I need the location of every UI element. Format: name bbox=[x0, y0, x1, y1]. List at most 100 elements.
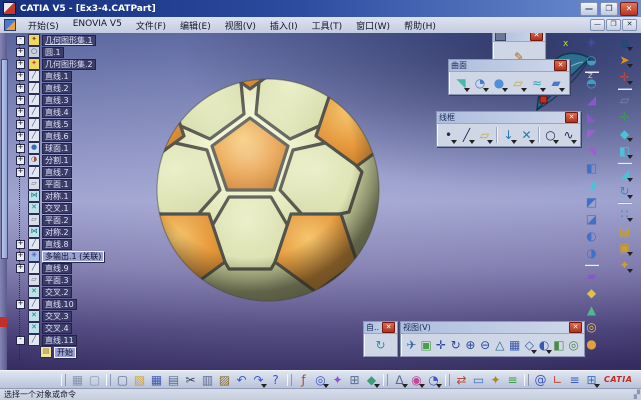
dropdown-arrow-icon[interactable] bbox=[374, 384, 380, 388]
new-window-icon[interactable]: ▢ bbox=[86, 372, 103, 388]
fit-all-icon[interactable]: ▣ bbox=[419, 336, 434, 354]
search-icon[interactable]: ◎ bbox=[312, 372, 329, 388]
menu-item-7[interactable]: 窗口(W) bbox=[349, 18, 397, 33]
dropdown-arrow-icon[interactable] bbox=[627, 218, 633, 222]
at-link-icon[interactable]: @ bbox=[532, 372, 549, 388]
projection-icon[interactable]: ↓ bbox=[500, 126, 517, 144]
3d-viewport[interactable]: x z -✦几何图形集.1+○圆.1+✦几何图形集.2+╱直线.1+╱直线.2+… bbox=[0, 33, 641, 370]
revolve-surface-icon[interactable]: ◔ bbox=[471, 74, 489, 92]
tree-item-label[interactable]: 直线.6 bbox=[42, 131, 72, 142]
dropdown-arrow-icon[interactable] bbox=[627, 81, 633, 85]
close-icon[interactable]: ✕ bbox=[382, 322, 395, 333]
tree-item-26[interactable]: ▤开始 bbox=[8, 346, 158, 358]
point-icon[interactable]: • bbox=[440, 126, 457, 144]
tree-item-label[interactable]: 对称.2 bbox=[42, 227, 72, 238]
tree-item-22[interactable]: +╱直线.10 bbox=[8, 298, 158, 310]
dropdown-arrow-icon[interactable] bbox=[540, 88, 546, 92]
extrude-surface-icon[interactable]: ◥ bbox=[452, 74, 470, 92]
tree-item-1[interactable]: +○圆.1 bbox=[8, 46, 158, 58]
tree-item-23[interactable]: ✕交叉.3 bbox=[8, 310, 158, 322]
view-toolbar[interactable]: 视图(V) ✕ ✈▣✛↻⊕⊖△▦◇◐◧◎ bbox=[400, 321, 585, 357]
split-icon[interactable]: ◢ bbox=[583, 92, 600, 108]
tree-item-label[interactable]: 平面.3 bbox=[42, 275, 72, 286]
tree-expander-icon[interactable]: + bbox=[16, 48, 25, 57]
mini-toolbar[interactable]: 自.. ✕ ↻ bbox=[363, 321, 398, 357]
close-icon[interactable]: ✕ bbox=[569, 322, 582, 333]
line-icon[interactable]: ╱ bbox=[458, 126, 475, 144]
tree-item-label[interactable]: 开始 bbox=[54, 347, 76, 358]
tree-item-label[interactable]: 直线.7 bbox=[42, 167, 72, 178]
symmetry-op-icon[interactable]: ◐ bbox=[583, 228, 600, 244]
tree-item-20[interactable]: ▱平面.3 bbox=[8, 274, 158, 286]
operations-toolbar[interactable]: ✳◒◓◢◣◤◥◧◨◩◪◐◑▰◆▲◎● bbox=[583, 35, 600, 352]
fly-mode-icon[interactable]: ✈ bbox=[404, 336, 419, 354]
grid-icon[interactable]: ⊞ bbox=[583, 372, 600, 388]
close-icon[interactable]: ✕ bbox=[554, 60, 567, 71]
tree-item-2[interactable]: +✦几何图形集.2 bbox=[8, 58, 158, 70]
dropdown-arrow-icon[interactable] bbox=[464, 88, 470, 92]
tree-item-7[interactable]: +╱直线.5 bbox=[8, 118, 158, 130]
surface-a-icon[interactable]: ◆ bbox=[616, 126, 633, 142]
tree-item-label[interactable]: 交叉.2 bbox=[42, 287, 72, 298]
tree-item-label[interactable]: 直线.2 bbox=[42, 83, 72, 94]
points-grid-icon[interactable]: ∷ bbox=[616, 206, 633, 222]
help-icon[interactable]: ? bbox=[267, 372, 284, 388]
extrapolate-icon[interactable]: ◆ bbox=[583, 285, 600, 301]
tree-item-label[interactable]: 几何图形集.2 bbox=[42, 59, 96, 70]
surface-b-icon[interactable]: ◧ bbox=[616, 143, 633, 159]
maximize-button[interactable]: ❐ bbox=[600, 2, 618, 16]
layers-icon[interactable]: ≡ bbox=[504, 372, 521, 388]
plane-ref-icon[interactable]: ▱ bbox=[616, 92, 633, 108]
tree-item-25[interactable]: -╱直线.11 bbox=[8, 334, 158, 346]
dropdown-arrow-icon[interactable] bbox=[559, 88, 565, 92]
normal-view-icon[interactable]: △ bbox=[493, 336, 508, 354]
paste-icon[interactable]: ▨ bbox=[216, 372, 233, 388]
tree-item-label[interactable]: 交叉.1 bbox=[42, 203, 72, 214]
tree-expander-icon[interactable]: + bbox=[16, 108, 25, 117]
tree-expander-icon[interactable]: + bbox=[16, 120, 25, 129]
toolbar-grip[interactable] bbox=[61, 374, 66, 386]
offset-surface-icon[interactable]: ▱ bbox=[509, 74, 527, 92]
plane-icon[interactable]: ▱ bbox=[476, 126, 493, 144]
render-style-icon[interactable]: ◐ bbox=[537, 336, 552, 354]
chamfer-icon[interactable]: ◨ bbox=[583, 177, 600, 193]
redo-icon[interactable]: ↷ bbox=[250, 372, 267, 388]
clock-icon[interactable]: ◔ bbox=[425, 372, 442, 388]
tree-item-label[interactable]: 直线.10 bbox=[42, 299, 77, 310]
rotate-icon[interactable]: ↻ bbox=[448, 336, 463, 354]
child-restore-button[interactable]: ❐ bbox=[606, 19, 621, 31]
surface-c-icon[interactable]: ◢ bbox=[616, 166, 633, 182]
dropdown-arrow-icon[interactable] bbox=[451, 140, 457, 144]
dropdown-arrow-icon[interactable] bbox=[571, 140, 577, 144]
tree-item-label[interactable]: 直线.11 bbox=[42, 335, 77, 346]
child-close-button[interactable]: ✕ bbox=[622, 19, 637, 31]
menu-item-8[interactable]: 帮助(H) bbox=[397, 18, 443, 33]
measure-icon[interactable]: ∆ bbox=[391, 372, 408, 388]
tree-expander-icon[interactable]: + bbox=[16, 84, 25, 93]
tree-item-label[interactable]: 直线.8 bbox=[42, 239, 72, 250]
print-icon[interactable]: ▤ bbox=[165, 372, 182, 388]
iso-view-icon[interactable]: ◇ bbox=[522, 336, 537, 354]
tree-expander-icon[interactable]: - bbox=[16, 336, 25, 345]
fillet-icon[interactable]: ◧ bbox=[583, 160, 600, 176]
tree-item-label[interactable]: 对称.1 bbox=[42, 191, 72, 202]
tree-scrollbar[interactable] bbox=[0, 33, 7, 370]
tools-toolbar[interactable]: ●➤✛▱✛◆◧◢↻∷▤▣✦ bbox=[616, 35, 633, 273]
close-button[interactable]: ✕ bbox=[620, 2, 638, 16]
dropdown-arrow-icon[interactable] bbox=[627, 138, 633, 142]
snap-icon[interactable]: ✛ bbox=[616, 69, 633, 85]
tree-expander-icon[interactable]: + bbox=[16, 60, 25, 69]
open-folder-icon[interactable]: ▧ bbox=[131, 372, 148, 388]
axis-system-icon[interactable]: ✛ bbox=[616, 109, 633, 125]
dropdown-arrow-icon[interactable] bbox=[553, 140, 559, 144]
tree-item-label[interactable]: 分割.1 bbox=[42, 155, 72, 166]
tree-expander-icon[interactable]: + bbox=[16, 144, 25, 153]
tree-item-label[interactable]: 直线.3 bbox=[42, 95, 72, 106]
tree-item-label[interactable]: 平面.1 bbox=[42, 179, 72, 190]
tree-expander-icon[interactable]: + bbox=[16, 132, 25, 141]
surfaces-toolbar[interactable]: 曲面 ✕ ◥◔●▱≈▰ bbox=[448, 59, 570, 95]
update-all-icon[interactable]: ↻ bbox=[616, 183, 633, 199]
tree-expander-icon[interactable]: + bbox=[16, 168, 25, 177]
dropdown-arrow-icon[interactable] bbox=[627, 178, 633, 182]
light-icon[interactable]: ✦ bbox=[616, 257, 633, 273]
